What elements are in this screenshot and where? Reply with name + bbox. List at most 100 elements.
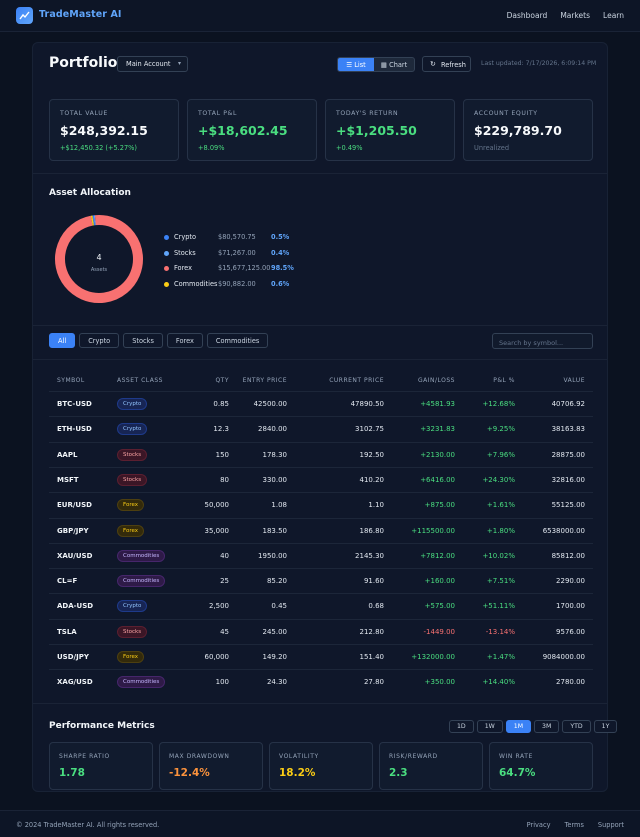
nav-link-markets[interactable]: Markets: [560, 11, 590, 20]
table-row[interactable]: GBP/JPY Forex 35,000 183.50 186.80 +115500.00…: [49, 517, 593, 543]
table-row[interactable]: ADA-USD Crypto 2,500 0.45 0.68 +575.00 +51.11%…: [49, 593, 593, 618]
cell-value: 2290.00: [556, 577, 585, 586]
list-view-button[interactable]: ☰ List: [338, 58, 374, 71]
cell-entry-price: 2840.00: [258, 425, 287, 434]
allocation-title: Asset Allocation: [49, 188, 131, 198]
filter-tab-all[interactable]: All: [49, 333, 76, 348]
col-header-gain-loss[interactable]: GAIN/LOSS: [418, 377, 455, 384]
col-header-value[interactable]: VALUE: [563, 377, 585, 384]
col-header-symbol[interactable]: SYMBOL: [57, 377, 85, 384]
brand-name[interactable]: TradeMaster AI: [39, 9, 122, 20]
donut-center-count: 4: [96, 253, 101, 262]
col-header-qty[interactable]: QTY: [215, 377, 229, 384]
cell-gain-loss: +4581.93: [420, 400, 455, 408]
table-row[interactable]: USD/JPY Forex 60,000 149.20 151.40 +132000.00…: [49, 644, 593, 669]
cell-entry-price: 330.00: [262, 475, 288, 484]
legend-amount: $80,570.75: [218, 233, 256, 241]
nav-link-dashboard[interactable]: Dashboard: [507, 11, 548, 20]
stat-card-account-equity: ACCOUNT EQUITY $229,789.70 Unrealized: [463, 99, 593, 161]
chart-icon: ▦: [380, 60, 390, 69]
metric-label: WIN RATE: [499, 753, 533, 760]
range-button-3m[interactable]: 3M: [534, 720, 560, 733]
col-header-pl-pct[interactable]: P&L %: [493, 377, 515, 384]
cell-pl-pct: +1.61%: [486, 501, 515, 510]
footer-link-terms[interactable]: Terms: [565, 821, 584, 829]
cell-qty: 150: [215, 450, 229, 459]
metric-card-volatility: VOLATILITY 18.2%: [269, 742, 373, 790]
range-button-1m[interactable]: 1M: [505, 720, 532, 733]
col-header-entry-price[interactable]: ENTRY PRICE: [243, 377, 287, 384]
cell-value: 2780.00: [556, 678, 585, 687]
asset-class-badge: Forex: [117, 524, 145, 537]
col-header-current-price[interactable]: CURRENT PRICE: [329, 377, 384, 384]
filter-tab-commodities[interactable]: Commodities: [206, 333, 269, 348]
cell-entry-price: 245.00: [262, 627, 288, 636]
footer-link-support[interactable]: Support: [598, 821, 624, 829]
trend-logo-icon[interactable]: [16, 7, 33, 24]
table-row[interactable]: AAPL Stocks 150 178.30 192.50 +2130.00 +7.96% 2…: [49, 441, 593, 467]
cell-gain-loss: +575.00: [424, 602, 455, 611]
copyright: © 2024 TradeMaster AI. All rights reserv…: [16, 821, 160, 829]
asset-class-badge: Forex: [117, 651, 145, 663]
cell-current-price: 3102.75: [355, 425, 384, 434]
stat-card-total-pl: TOTAL P&L +$18,602.45 +8.09%: [187, 99, 317, 161]
range-button-1d[interactable]: 1D: [449, 720, 474, 733]
cell-qty: 45: [220, 627, 229, 636]
nav-link-learn[interactable]: Learn: [603, 11, 624, 20]
cell-entry-price: 178.30: [262, 450, 288, 459]
asset-class-badge: Commodities: [117, 575, 166, 588]
filter-tab-forex[interactable]: Forex: [166, 333, 203, 348]
cell-gain-loss: +160.00: [424, 577, 455, 586]
page-title: Portfolio: [49, 55, 118, 71]
table-row[interactable]: ETH-USD Crypto 12.3 2840.00 3102.75 +3231.83 +…: [49, 416, 593, 441]
metric-label: VOLATILITY: [279, 753, 319, 760]
cell-gain-loss: +3231.83: [420, 425, 455, 434]
symbol-search-input[interactable]: [492, 333, 593, 349]
footer-link-privacy[interactable]: Privacy: [527, 821, 551, 829]
table-row[interactable]: TSLA Stocks 45 245.00 212.80 -1449.00 -13.14% 9…: [49, 618, 593, 644]
legend-percent: 0.4%: [271, 248, 290, 257]
col-header-asset-class[interactable]: ASSET CLASS: [117, 377, 163, 384]
asset-class-badge: Stocks: [117, 625, 148, 638]
refresh-icon: ↻: [430, 60, 436, 68]
cell-value: 1700.00: [556, 602, 585, 611]
table-row[interactable]: XAG/USD Commodities 100 24.30 27.80 +350.00 +1…: [49, 669, 593, 694]
cell-entry-price: 24.30: [266, 678, 287, 687]
cell-current-price: 151.40: [359, 653, 385, 661]
cell-gain-loss: +350.00: [424, 678, 455, 687]
asset-class-badge: Crypto: [117, 600, 148, 613]
range-button-1w[interactable]: 1W: [476, 720, 503, 733]
chart-view-button[interactable]: ▦ Chart: [374, 58, 414, 71]
cell-symbol: ADA-USD: [57, 602, 94, 611]
cell-entry-price: 149.20: [262, 653, 288, 661]
account-select[interactable]: Main Account ▾: [117, 56, 188, 72]
table-row[interactable]: EUR/USD Forex 50,000 1.08 1.10 +875.00 +1.61% 5…: [49, 492, 593, 517]
legend-amount: $71,267.00: [218, 248, 256, 257]
table-row[interactable]: MSFT Stocks 80 330.00 410.20 +6416.00 +24.30% 3…: [49, 466, 593, 492]
list-view-label: List: [354, 60, 366, 69]
cell-current-price: 91.60: [363, 577, 384, 586]
cell-qty: 35,000: [204, 526, 230, 535]
range-button-ytd[interactable]: YTD: [562, 720, 591, 733]
legend-dot: [164, 266, 169, 271]
cell-value: 9576.00: [556, 627, 585, 636]
metric-label: RISK/REWARD: [389, 753, 438, 760]
allocation-donut-chart[interactable]: 4 Assets: [53, 213, 145, 305]
cell-asset-class: Forex: [117, 651, 145, 663]
stat-sub: +8.09%: [198, 144, 225, 152]
legend-name: Forex: [174, 264, 193, 272]
cell-value: 85812.00: [551, 551, 585, 560]
table-row[interactable]: CL=F Commodities 25 85.20 91.60 +160.00 +7.51%…: [49, 568, 593, 593]
range-button-1y[interactable]: 1Y: [593, 720, 618, 733]
table-row[interactable]: BTC-USD Crypto 0.85 42500.00 47890.50 +4581.9…: [49, 391, 593, 416]
cell-symbol: USD/JPY: [57, 653, 89, 661]
table-header: SYMBOL ASSET CLASS QTY ENTRY PRICE CURRE…: [49, 371, 593, 391]
cell-value: 38163.83: [551, 425, 585, 434]
cell-symbol: XAG/USD: [57, 678, 93, 687]
refresh-button[interactable]: ↻ Refresh: [422, 56, 471, 72]
portfolio-panel: Portfolio Main Account ▾ ☰ List ▦ Chart …: [32, 42, 618, 792]
filter-tab-crypto[interactable]: Crypto: [79, 333, 120, 348]
filter-tab-stocks[interactable]: Stocks: [123, 333, 163, 348]
cell-current-price: 47890.50: [350, 400, 384, 408]
table-row[interactable]: XAU/USD Commodities 40 1950.00 2145.30 +7812.…: [49, 542, 593, 568]
